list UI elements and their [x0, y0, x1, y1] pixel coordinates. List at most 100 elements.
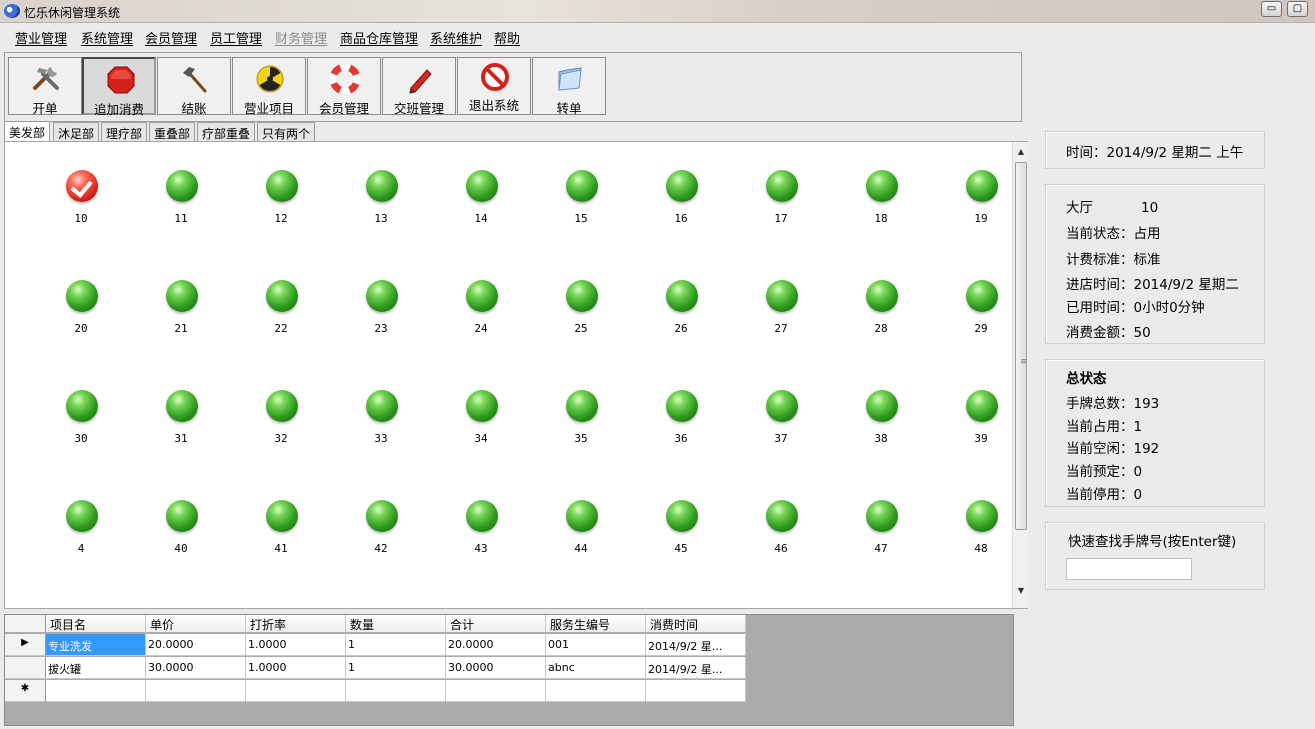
available-status-icon — [66, 280, 98, 312]
table-cell[interactable]: 001 — [546, 634, 646, 656]
room-tile[interactable]: 22 — [251, 280, 311, 360]
column-header[interactable]: 合计 — [446, 615, 546, 633]
room-grid-scrollbar[interactable]: ▲ ≡ ▼ — [1012, 142, 1028, 608]
scroll-down-icon[interactable]: ▼ — [1013, 583, 1029, 599]
room-tile[interactable]: 25 — [551, 280, 611, 360]
room-tile[interactable]: 40 — [151, 500, 211, 580]
column-header[interactable]: 消费时间 — [646, 615, 746, 633]
room-tile[interactable]: 41 — [251, 500, 311, 580]
room-tile[interactable]: 27 — [751, 280, 811, 360]
column-header[interactable]: 项目名 — [46, 615, 146, 633]
room-tile[interactable]: 44 — [551, 500, 611, 580]
room-tile[interactable]: 36 — [651, 390, 711, 470]
table-cell[interactable]: 1 — [346, 657, 446, 679]
tab-only-two[interactable]: 只有两个 — [257, 122, 316, 142]
table-cell[interactable] — [246, 680, 346, 702]
room-tile[interactable]: 34 — [451, 390, 511, 470]
room-tile[interactable]: 35 — [551, 390, 611, 470]
room-tile[interactable]: 43 — [451, 500, 511, 580]
table-cell[interactable]: 2014/9/2 星... — [646, 634, 746, 656]
room-tile[interactable]: 10 — [51, 170, 111, 250]
add-consumption-button[interactable]: 追加消费 — [82, 57, 156, 117]
menu-warehouse[interactable]: 商品仓库管理 — [340, 28, 418, 47]
column-header[interactable]: 单价 — [146, 615, 246, 633]
table-cell[interactable]: abnc — [546, 657, 646, 679]
table-cell[interactable] — [346, 680, 446, 702]
minimize-button[interactable]: ▭ — [1261, 1, 1282, 17]
menu-member[interactable]: 会员管理 — [145, 28, 197, 47]
menu-help[interactable]: 帮助 — [494, 28, 520, 47]
room-tile[interactable]: 48 — [951, 500, 1011, 580]
room-tile[interactable]: 4 — [51, 500, 111, 580]
room-tile[interactable]: 39 — [951, 390, 1011, 470]
room-tile[interactable]: 32 — [251, 390, 311, 470]
tab-hair[interactable]: 美发部 — [4, 121, 51, 142]
table-cell[interactable]: 1.0000 — [246, 657, 346, 679]
menu-finance[interactable]: 财务管理 — [275, 28, 327, 47]
room-tile[interactable]: 33 — [351, 390, 411, 470]
column-header[interactable]: 服务生编号 — [546, 615, 646, 633]
room-tile[interactable]: 16 — [651, 170, 711, 250]
room-tile[interactable]: 15 — [551, 170, 611, 250]
room-tile[interactable]: 20 — [51, 280, 111, 360]
room-tile[interactable]: 26 — [651, 280, 711, 360]
business-items-button[interactable]: 营业项目 — [232, 57, 306, 116]
room-tile[interactable]: 18 — [851, 170, 911, 250]
table-cell[interactable]: 专业洗发 — [46, 634, 146, 656]
menu-staff[interactable]: 员工管理 — [210, 28, 262, 47]
exit-system-button[interactable]: 退出系统 — [457, 57, 531, 115]
open-order-button[interactable]: 开单 — [8, 57, 82, 116]
table-cell[interactable] — [446, 680, 546, 702]
room-tile[interactable]: 29 — [951, 280, 1011, 360]
room-tile[interactable]: 37 — [751, 390, 811, 470]
table-cell[interactable] — [46, 680, 146, 702]
room-tile[interactable]: 19 — [951, 170, 1011, 250]
table-cell[interactable] — [146, 680, 246, 702]
room-tile[interactable]: 24 — [451, 280, 511, 360]
room-tile[interactable]: 13 — [351, 170, 411, 250]
table-cell[interactable]: 2014/9/2 星... — [646, 657, 746, 679]
room-tile[interactable]: 14 — [451, 170, 511, 250]
room-tile[interactable]: 46 — [751, 500, 811, 580]
menu-maintenance[interactable]: 系统维护 — [430, 28, 482, 47]
room-tile[interactable]: 28 — [851, 280, 911, 360]
room-tile[interactable]: 12 — [251, 170, 311, 250]
quick-search-input[interactable] — [1066, 558, 1192, 580]
room-tile[interactable]: 47 — [851, 500, 911, 580]
table-cell[interactable] — [646, 680, 746, 702]
tab-therapy[interactable]: 理疗部 — [101, 122, 148, 142]
scroll-thumb[interactable]: ≡ — [1015, 162, 1028, 530]
exit-system-label: 退出系统 — [468, 98, 519, 113]
table-cell[interactable]: 1 — [346, 634, 446, 656]
room-tile[interactable]: 30 — [51, 390, 111, 470]
checkout-button[interactable]: 结账 — [157, 57, 231, 116]
table-cell[interactable]: 20.0000 — [146, 634, 246, 656]
menu-system[interactable]: 系统管理 — [81, 28, 133, 47]
member-management-button[interactable]: 会员管理 — [307, 57, 381, 116]
room-tile[interactable]: 38 — [851, 390, 911, 470]
room-tile[interactable]: 23 — [351, 280, 411, 360]
table-cell[interactable]: 拔火罐 — [46, 657, 146, 679]
menu-business[interactable]: 营业管理 — [15, 28, 67, 47]
restore-button[interactable]: ▢ — [1287, 1, 1308, 17]
room-tile[interactable]: 17 — [751, 170, 811, 250]
room-tile[interactable]: 42 — [351, 500, 411, 580]
table-cell[interactable] — [546, 680, 646, 702]
tab-therapy-overlap[interactable]: 疗部重叠 — [197, 122, 256, 142]
table-cell[interactable]: 1.0000 — [246, 634, 346, 656]
new-row-indicator-icon: ✱ — [5, 680, 46, 702]
room-tile[interactable]: 11 — [151, 170, 211, 250]
room-tile[interactable]: 45 — [651, 500, 711, 580]
room-tile[interactable]: 31 — [151, 390, 211, 470]
room-tile[interactable]: 21 — [151, 280, 211, 360]
scroll-up-icon[interactable]: ▲ — [1013, 144, 1029, 160]
tab-overlap[interactable]: 重叠部 — [149, 122, 196, 142]
table-cell[interactable]: 30.0000 — [446, 657, 546, 679]
tab-foot[interactable]: 沐足部 — [53, 122, 100, 142]
table-cell[interactable]: 20.0000 — [446, 634, 546, 656]
column-header[interactable]: 打折率 — [246, 615, 346, 633]
table-cell[interactable]: 30.0000 — [146, 657, 246, 679]
column-header[interactable]: 数量 — [346, 615, 446, 633]
shift-management-button[interactable]: 交班管理 — [382, 57, 456, 116]
transfer-order-button[interactable]: 转单 — [532, 57, 606, 116]
